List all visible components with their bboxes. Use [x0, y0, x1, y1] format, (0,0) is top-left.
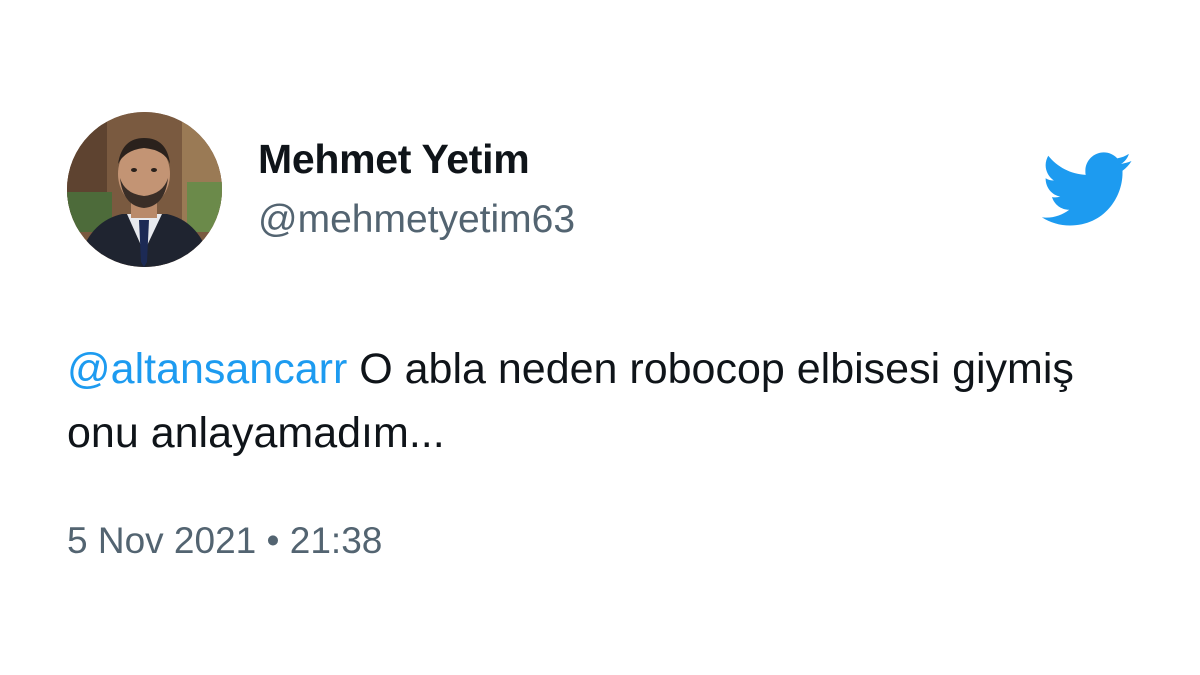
- mention-link[interactable]: @altansancarr: [67, 345, 347, 393]
- tweet-timestamp[interactable]: 5 Nov 2021 • 21:38: [67, 520, 382, 562]
- tweet-date: 5 Nov 2021: [67, 520, 257, 561]
- tweet-text: @altansancarr O abla neden robocop elbis…: [67, 337, 1127, 465]
- author-handle[interactable]: @mehmetyetim63: [258, 198, 575, 242]
- tweet-card: Mehmet Yetim @mehmetyetim63 @altansancar…: [0, 0, 1200, 675]
- twitter-bird-icon[interactable]: [1042, 152, 1134, 227]
- meta-separator: •: [256, 520, 290, 561]
- avatar-photo: [67, 112, 222, 267]
- avatar[interactable]: [67, 112, 222, 267]
- tweet-time: 21:38: [289, 520, 383, 561]
- author-display-name[interactable]: Mehmet Yetim: [258, 136, 530, 183]
